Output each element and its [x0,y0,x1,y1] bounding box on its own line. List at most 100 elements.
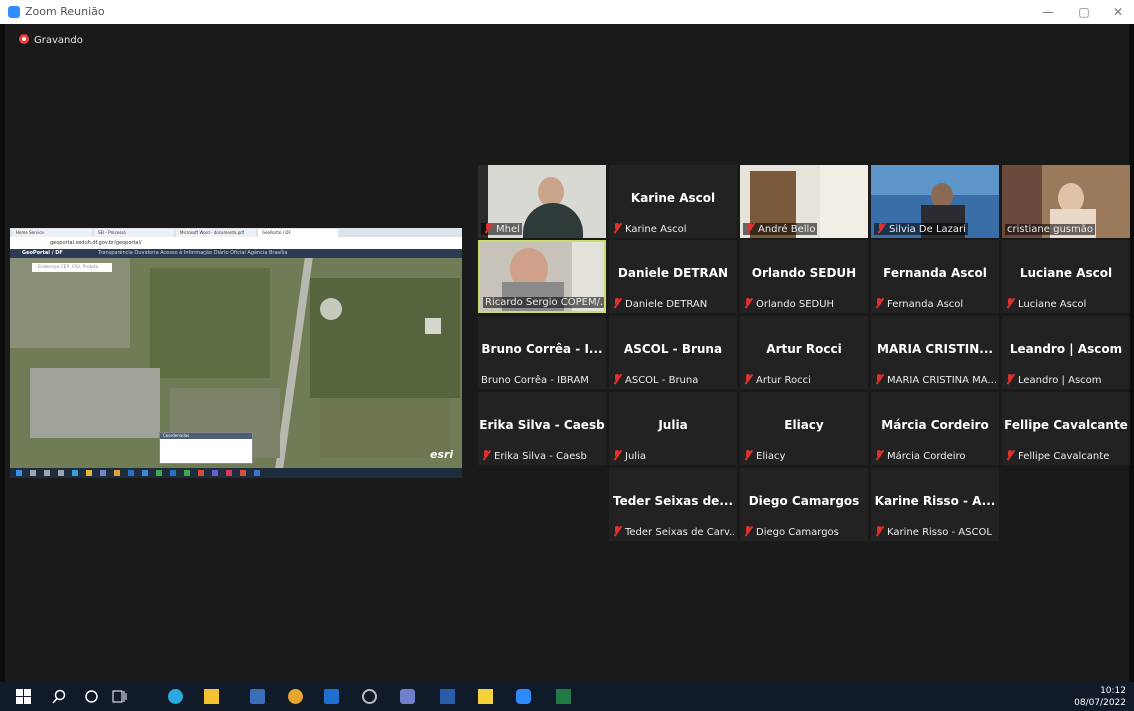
browser-tab: Microsoft Word - documento.pdf [176,229,256,237]
outlook-icon[interactable] [324,689,339,704]
participant-name: Márcia Cordeiro [874,450,966,462]
close-button[interactable]: ✕ [1108,3,1128,21]
satellite-map: Endereço CEP, CIU, Projeto Coordenadas e… [10,258,462,468]
muted-mic-icon [743,374,753,384]
participant-tile-active-speaker[interactable]: Ricardo Sergio COPEM/... [478,240,606,313]
muted-mic-icon [612,526,622,536]
obs-icon[interactable] [362,689,377,704]
participant-tile[interactable]: Orlando SEDUH Orlando SEDUH [740,240,868,313]
excel-icon[interactable] [556,689,571,704]
participant-tile[interactable]: Erika Silva - Caesb Erika Silva - Caesb [478,392,606,465]
coordinates-panel: Coordenadas [159,432,253,464]
participant-name: Orlando SEDUH [743,298,834,310]
participant-name: Fernanda Ascol [874,298,963,310]
geoportal-title: GeoPortal / DF [22,250,63,256]
participant-display-name: Diego Camargos [748,494,860,508]
participant-display-name: Daniele DETRAN [617,266,729,280]
participant-name: Diego Camargos [743,526,839,538]
zoom-app-icon [8,6,20,18]
participant-tile[interactable]: Mhel [478,165,606,238]
participant-tile[interactable]: Diego Camargos Diego Camargos [740,468,868,541]
muted-mic-icon [874,526,884,536]
muted-mic-icon [874,450,884,460]
muted-mic-icon [612,223,622,233]
participant-display-name: Eliacy [784,418,824,432]
window-title-bar: Zoom Reunião — ▢ ✕ [0,0,1134,24]
zoom-icon[interactable] [516,689,531,704]
muted-mic-icon [612,298,622,308]
edge-icon[interactable] [168,689,183,704]
file-explorer-icon[interactable] [204,689,219,704]
browser-tab: SEI - Processo [94,229,174,237]
geoportal-menu: Transparência Ouvidoria Acesso à Informa… [98,250,288,256]
windows-start-icon[interactable] [16,689,31,704]
system-clock[interactable]: 10:12 08/07/2022 [1074,685,1126,709]
participant-display-name: Leandro | Ascom [1009,342,1123,356]
muted-mic-icon [743,526,753,536]
word-icon[interactable] [440,689,455,704]
task-view-icon[interactable] [112,689,127,704]
muted-mic-icon [874,298,884,308]
participant-tile[interactable]: Teder Seixas de... Teder Seixas de Carv.… [609,468,737,541]
participant-tile[interactable]: Julia Julia [609,392,737,465]
participant-tile[interactable]: MARIA CRISTIN... MARIA CRISTINA MA... [871,316,999,389]
muted-mic-icon [743,450,753,460]
participant-tile[interactable]: Márcia Cordeiro Márcia Cordeiro [871,392,999,465]
participant-display-name: Orlando SEDUH [751,266,857,280]
sticky-notes-icon[interactable] [478,689,493,704]
participant-tile[interactable]: Silvia De Lazari [871,165,999,238]
participant-tile[interactable]: Fernanda Ascol Fernanda Ascol [871,240,999,313]
participant-tile[interactable]: Luciane Ascol Luciane Ascol [1002,240,1130,313]
participant-name: Mhel [481,223,522,235]
geoportal-header: GeoPortal / DF Transparência Ouvidoria A… [10,249,462,258]
browser-url: geoportal.seduh.df.gov.br/geoportal/ [50,240,142,246]
participant-name: Karine Risso - ASCOL [874,526,992,538]
muted-mic-icon [1005,450,1015,460]
esri-logo: esri [430,448,454,461]
participant-display-name: ASCOL - Bruna [623,342,723,356]
shared-screen[interactable]: Home Service SEI - Processo Microsoft Wo… [10,228,462,478]
participant-name: Teder Seixas de Carv... [612,526,734,538]
participant-display-name: Bruno Corrêa - I... [481,342,603,356]
participant-tile[interactable]: Artur Rocci Artur Rocci [740,316,868,389]
participant-name: Julia [612,450,646,462]
participant-tile[interactable]: Karine Risso - A... Karine Risso - ASCOL [871,468,999,541]
minimize-button[interactable]: — [1038,3,1058,21]
chrome-icon[interactable] [288,689,303,704]
browser-tab: GeoPortal / DF [258,229,338,237]
participant-tile[interactable]: ASCOL - Bruna ASCOL - Bruna [609,316,737,389]
participant-display-name: Erika Silva - Caesb [479,418,605,432]
muted-mic-icon [745,223,755,233]
teams-icon[interactable] [400,689,415,704]
coordinates-title: Coordenadas [160,433,252,439]
participant-tile[interactable]: Daniele DETRAN Daniele DETRAN [609,240,737,313]
participant-name: cristiane gusmão [1005,224,1095,235]
cortana-icon[interactable] [84,689,99,704]
participant-name: Ricardo Sergio COPEM/... [483,297,604,308]
participant-tile[interactable]: Eliacy Eliacy [740,392,868,465]
participant-tile[interactable]: Bruno Corrêa - I... Bruno Corrêa - IBRAM [478,316,606,389]
participant-display-name: Teder Seixas de... [612,494,733,508]
search-icon[interactable] [52,689,67,704]
muted-mic-icon [483,223,493,233]
participant-name: MARIA CRISTINA MA... [874,374,996,386]
participant-name: ASCOL - Bruna [612,374,698,386]
participant-tile[interactable]: André Bello [740,165,868,238]
recording-icon [19,34,29,44]
participant-name: Leandro | Ascom [1005,374,1102,386]
windows-taskbar: 10:12 08/07/2022 [0,682,1134,711]
participant-tile[interactable]: cristiane gusmão [1002,165,1130,238]
recording-label: Gravando [34,35,83,46]
participant-display-name: Fernanda Ascol [883,266,987,280]
muted-mic-icon [743,298,753,308]
maximize-button[interactable]: ▢ [1074,3,1094,21]
participant-tile[interactable]: Karine Ascol Karine Ascol [609,165,737,238]
participant-tile[interactable]: Leandro | Ascom Leandro | Ascom [1002,316,1130,389]
browser-address-bar: geoportal.seduh.df.gov.br/geoportal/ [10,237,462,249]
participant-tile[interactable]: Fellipe Cavalcante Fellipe Cavalcante [1002,392,1130,465]
recording-indicator[interactable]: Gravando [19,34,83,46]
participant-name: Karine Ascol [612,223,687,235]
participant-name: Bruno Corrêa - IBRAM [481,375,589,386]
store-icon[interactable] [250,689,265,704]
muted-mic-icon [612,374,622,384]
